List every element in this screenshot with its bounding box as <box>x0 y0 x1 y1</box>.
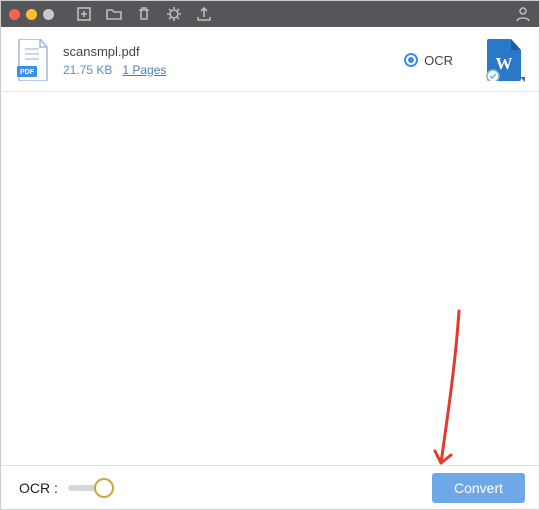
ocr-radio-label: OCR <box>424 53 453 68</box>
ocr-toggle-label: OCR : <box>19 480 58 496</box>
svg-text:W: W <box>496 54 513 73</box>
ocr-radio-icon <box>404 53 418 67</box>
window-zoom-button[interactable] <box>43 9 54 20</box>
toolbar <box>76 6 212 22</box>
output-format-button[interactable]: W <box>483 39 523 81</box>
svg-text:PDF: PDF <box>20 69 35 76</box>
window-titlebar <box>1 1 539 27</box>
file-metadata: scansmpl.pdf 21.75 KB 1 Pages <box>63 44 166 77</box>
file-list-item: PDF scansmpl.pdf 21.75 KB 1 Pages OCR W <box>1 27 539 92</box>
word-file-icon: W <box>483 39 523 81</box>
ocr-toggle[interactable] <box>68 485 112 491</box>
file-size-label: 21.75 KB <box>63 63 112 77</box>
open-folder-icon[interactable] <box>106 6 122 22</box>
user-account-icon[interactable] <box>515 6 531 22</box>
window-close-button[interactable] <box>9 9 20 20</box>
export-icon[interactable] <box>196 6 212 22</box>
file-pages-link[interactable]: 1 Pages <box>122 63 166 77</box>
ocr-option[interactable]: OCR <box>404 53 453 68</box>
file-name-label: scansmpl.pdf <box>63 44 166 59</box>
trash-icon[interactable] <box>136 6 152 22</box>
settings-icon[interactable] <box>166 6 182 22</box>
convert-button[interactable]: Convert <box>432 473 525 503</box>
annotation-arrow <box>431 309 471 479</box>
dropdown-indicator-icon <box>520 77 525 82</box>
window-minimize-button[interactable] <box>26 9 37 20</box>
add-file-icon[interactable] <box>76 6 92 22</box>
footer-bar: OCR : Convert <box>1 465 539 509</box>
pdf-file-icon: PDF <box>17 39 51 81</box>
